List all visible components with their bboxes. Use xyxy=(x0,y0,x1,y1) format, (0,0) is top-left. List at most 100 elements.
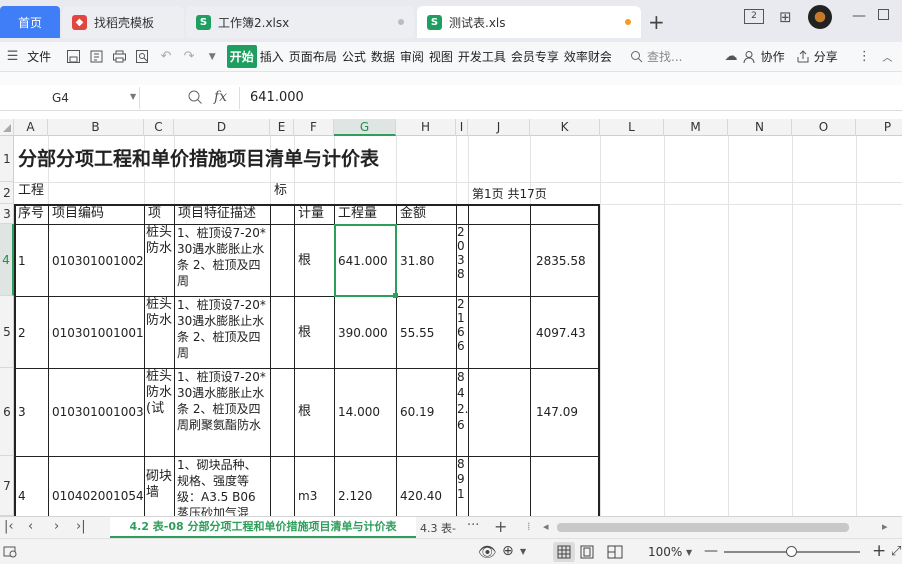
col-header-g[interactable]: G xyxy=(334,119,396,136)
fill-handle[interactable] xyxy=(393,293,398,298)
cell-i4[interactable]: 2038 xyxy=(456,225,468,295)
menu-data[interactable]: 数据 xyxy=(371,48,395,65)
redo-icon[interactable]: ↷ xyxy=(181,47,198,67)
normal-view-icon[interactable] xyxy=(553,542,575,562)
cell-c6[interactable]: 桩头防水(试 xyxy=(144,369,174,455)
cell-f6[interactable]: 根 xyxy=(296,404,313,420)
sheet-tab-next[interactable]: 4.3 表- xyxy=(420,520,456,536)
more-icon[interactable]: ⋮ xyxy=(856,47,873,67)
scroll-split-icon[interactable]: ⁞ xyxy=(527,520,531,533)
cell-h4[interactable]: 31.80 xyxy=(398,253,436,269)
search-icon[interactable] xyxy=(628,47,645,67)
add-sheet-button[interactable]: + xyxy=(494,517,507,536)
cell-k6[interactable]: 147.09 xyxy=(534,404,580,420)
menu-developer[interactable]: 开发工具 xyxy=(458,48,506,65)
zoom-in-icon[interactable]: + xyxy=(872,541,886,561)
cell-b5[interactable]: 010301001001 xyxy=(50,325,146,341)
name-box-dropdown-icon[interactable]: ▼ xyxy=(130,92,136,101)
scroll-right-icon[interactable]: ▸ xyxy=(882,520,888,533)
col-header-c[interactable]: C xyxy=(144,119,174,136)
cell-d4[interactable]: 1、桩顶设7-20*30遇水膨胀止水条 2、桩顶及四周 xyxy=(175,225,270,295)
cell-d5[interactable]: 1、桩顶设7-20*30遇水膨胀止水条 2、桩顶及四周 xyxy=(175,297,270,367)
eye-protection-icon[interactable]: 👁 xyxy=(478,543,497,561)
cell-grid[interactable]: 分部分项工程和单价措施项目清单与计价表 工程 标 第1页 共17页 序号 项目编… xyxy=(14,136,902,516)
col-header-h[interactable]: H xyxy=(396,119,456,136)
zoom-slider-thumb[interactable] xyxy=(786,546,797,557)
next-sheet-icon[interactable]: › xyxy=(54,519,59,534)
cell-d7[interactable]: 1、砌块品种、规格、强度等级：A3.5 B06 蒸压砂加气混 xyxy=(175,457,270,516)
more-sheets-button[interactable]: ··· xyxy=(467,518,479,533)
prev-sheet-icon[interactable]: ‹ xyxy=(28,519,33,534)
select-all-corner[interactable] xyxy=(0,119,14,136)
zoom-level[interactable]: 100% xyxy=(648,545,682,559)
row-header-3[interactable]: 3 xyxy=(0,204,14,224)
collab-button[interactable]: 协作 xyxy=(761,48,785,65)
new-tab-button[interactable]: + xyxy=(648,10,665,34)
zoom-dropdown-icon[interactable]: ▼ xyxy=(686,548,692,557)
row-header-5[interactable]: 5 xyxy=(0,296,14,368)
menu-member[interactable]: 会员专享 xyxy=(511,48,559,65)
page-layout-view-icon[interactable] xyxy=(580,545,594,562)
col-header-i[interactable]: I xyxy=(456,119,468,136)
cell-i6[interactable]: 842.6 xyxy=(456,369,468,455)
row-header-6[interactable]: 6 xyxy=(0,368,14,456)
col-header-m[interactable]: M xyxy=(664,119,728,136)
avatar[interactable] xyxy=(808,5,832,29)
undo-icon[interactable]: ↶ xyxy=(157,47,174,67)
menu-page-layout[interactable]: 页面布局 xyxy=(289,48,337,65)
cell-i5[interactable]: 2166 xyxy=(456,297,468,367)
minimize-icon[interactable]: — xyxy=(852,8,866,24)
cell-a4[interactable]: 1 xyxy=(16,253,28,269)
tab-home[interactable]: 首页 xyxy=(0,6,60,38)
cell-a6[interactable]: 3 xyxy=(16,404,28,420)
tab-docer[interactable]: ◆ 找稻壳模板 xyxy=(62,6,184,38)
menu-start[interactable]: 开始 xyxy=(226,45,257,68)
fullscreen-icon[interactable]: ⤢ xyxy=(891,544,901,559)
col-header-k[interactable]: K xyxy=(530,119,600,136)
cell-f7[interactable]: m3 xyxy=(296,488,319,504)
cell-a7[interactable]: 4 xyxy=(16,488,28,504)
cloud-icon[interactable]: ☁ xyxy=(722,47,739,67)
page-break-view-icon[interactable] xyxy=(607,545,623,562)
collab-icon[interactable] xyxy=(742,47,759,67)
cell-c7[interactable]: 砌块墙 xyxy=(144,469,174,516)
reading-mode-dropdown-icon[interactable]: ▼ xyxy=(520,547,526,556)
row-header-7[interactable]: 7 xyxy=(0,456,14,516)
menu-review[interactable]: 审阅 xyxy=(400,48,424,65)
tab-test[interactable]: S 测试表.xls xyxy=(417,6,641,38)
apps-grid-icon[interactable]: ⊞ xyxy=(779,8,792,26)
cell-g5[interactable]: 390.000 xyxy=(336,325,390,341)
zoom-out-icon[interactable]: — xyxy=(704,543,718,559)
sheet-tab-active[interactable]: 4.2 表-08 分部分项工程和单价措施项目清单与计价表 xyxy=(110,517,416,538)
cell-g7[interactable]: 2.120 xyxy=(336,488,374,504)
cell-i7[interactable]: 891 xyxy=(456,457,468,516)
macro-icon[interactable] xyxy=(2,543,18,562)
cell-h7[interactable]: 420.40 xyxy=(398,488,444,504)
cell-h5[interactable]: 55.55 xyxy=(398,325,436,341)
col-header-j[interactable]: J xyxy=(468,119,530,136)
save-icon[interactable] xyxy=(65,47,82,67)
col-header-f[interactable]: F xyxy=(294,119,334,136)
export-icon[interactable] xyxy=(88,47,105,67)
menu-finance[interactable]: 效率财会 xyxy=(564,48,612,65)
print-icon[interactable] xyxy=(111,47,128,67)
col-header-b[interactable]: B xyxy=(48,119,144,136)
row-header-2[interactable]: 2 xyxy=(0,182,14,204)
share-icon[interactable] xyxy=(795,47,812,67)
col-header-l[interactable]: L xyxy=(600,119,664,136)
cell-k4[interactable]: 2835.58 xyxy=(534,253,588,269)
col-header-p[interactable]: P xyxy=(856,119,902,136)
share-button[interactable]: 分享 xyxy=(814,48,838,65)
menu-view[interactable]: 视图 xyxy=(429,48,453,65)
cell-f5[interactable]: 根 xyxy=(296,325,313,341)
formula-input[interactable]: 641.000 xyxy=(239,87,902,109)
cell-h6[interactable]: 60.19 xyxy=(398,404,436,420)
menu-insert[interactable]: 插入 xyxy=(260,48,284,65)
search-input[interactable]: 查找... xyxy=(647,48,682,65)
menu-file[interactable]: 文件 xyxy=(27,48,51,65)
cell-b6[interactable]: 010301001003 xyxy=(50,404,146,420)
tab-workbook2[interactable]: S 工作簿2.xlsx xyxy=(186,6,414,38)
cell-c4[interactable]: 桩头防水 xyxy=(144,225,174,295)
col-header-n[interactable]: N xyxy=(728,119,792,136)
col-header-o[interactable]: O xyxy=(792,119,856,136)
